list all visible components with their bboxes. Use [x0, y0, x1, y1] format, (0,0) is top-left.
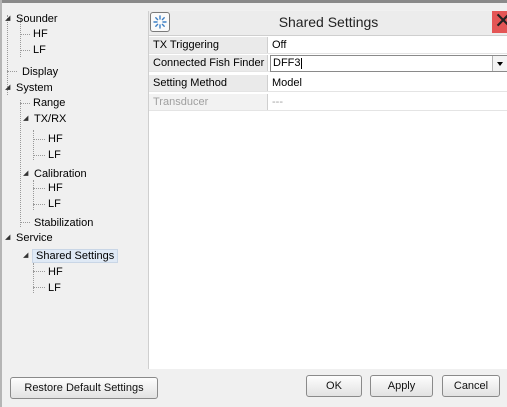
- expanded-arrow-icon[interactable]: ◢: [5, 230, 10, 246]
- tree-item-label: LF: [33, 44, 46, 56]
- property-name: Connected Fish Finder: [149, 55, 268, 71]
- tree-item-service[interactable]: ◢ Service: [5, 230, 53, 246]
- property-name: TX Triggering: [149, 37, 268, 53]
- tree-item-label: System: [16, 82, 53, 94]
- tree-item-stabilization[interactable]: Stabilization: [34, 215, 93, 231]
- text-cursor: [301, 58, 302, 69]
- combobox-value[interactable]: DFF3: [273, 56, 301, 71]
- tree-item-shared-hf[interactable]: HF: [48, 264, 63, 280]
- cancel-button[interactable]: Cancel: [442, 375, 500, 397]
- tree-guide: [33, 139, 45, 140]
- expanded-arrow-icon[interactable]: ◢: [23, 248, 28, 264]
- tree-guide: [20, 222, 30, 223]
- property-value[interactable]: Off: [270, 37, 507, 53]
- tree-item-label: Sounder: [16, 13, 58, 25]
- tree-guide: [33, 188, 45, 189]
- tree-item-system[interactable]: ◢ System: [5, 80, 53, 96]
- tree-guide: [33, 180, 34, 210]
- tree-item-txrx-hf[interactable]: HF: [48, 131, 63, 147]
- property-row-connected-fish-finder[interactable]: Connected Fish Finder DFF3: [149, 55, 507, 72]
- property-value[interactable]: Model: [270, 75, 507, 91]
- tree-item-range[interactable]: Range: [33, 95, 65, 111]
- tree-guide: [33, 287, 45, 288]
- tree-item-label: HF: [48, 182, 63, 194]
- tree-guide: [33, 263, 34, 293]
- ok-button[interactable]: OK: [306, 375, 362, 397]
- tree-guide: [20, 50, 30, 51]
- dropdown-button[interactable]: [492, 56, 507, 71]
- tree-item-sounder-hf[interactable]: HF: [33, 26, 48, 42]
- chevron-down-icon: [497, 62, 503, 66]
- tree-item-sounder-lf[interactable]: LF: [33, 42, 46, 58]
- settings-tree: ◢ Sounder HF LF Display ◢ System Range ◢…: [2, 5, 148, 365]
- tree-item-label: Range: [33, 97, 66, 109]
- expanded-arrow-icon[interactable]: ◢: [5, 11, 10, 27]
- tree-item-label: Stabilization: [34, 217, 94, 229]
- tree-item-display[interactable]: Display: [22, 64, 58, 80]
- tree-item-txrx-lf[interactable]: LF: [48, 147, 61, 163]
- tree-item-label: LF: [48, 198, 61, 210]
- tree-item-label: Calibration: [34, 168, 87, 180]
- tree-item-label: TX/RX: [34, 113, 67, 125]
- property-name: Transducer: [149, 94, 268, 110]
- restore-default-settings-button[interactable]: Restore Default Settings: [10, 377, 158, 399]
- tree-item-shared-settings[interactable]: ◢ Shared Settings: [23, 248, 119, 264]
- tree-item-label: Shared Settings: [32, 249, 119, 263]
- tree-item-label: LF: [48, 149, 61, 161]
- property-name: Setting Method: [149, 75, 268, 91]
- tree-guide: [20, 103, 30, 104]
- tree-guide: [33, 204, 45, 205]
- fish-finder-combobox[interactable]: DFF3: [270, 55, 507, 72]
- tree-item-label: HF: [48, 266, 63, 278]
- close-button[interactable]: ✕: [492, 11, 507, 33]
- panel-title: Shared Settings: [278, 14, 379, 30]
- expanded-arrow-icon[interactable]: ◢: [23, 111, 28, 127]
- property-row-tx-triggering[interactable]: TX Triggering Off: [149, 37, 507, 54]
- tree-guide: [7, 71, 17, 72]
- expanded-arrow-icon[interactable]: ◢: [5, 80, 10, 96]
- tree-item-shared-lf[interactable]: LF: [48, 280, 61, 296]
- tree-item-label: Display: [22, 66, 59, 78]
- close-icon: ✕: [494, 11, 507, 33]
- tree-item-txrx[interactable]: ◢ TX/RX: [23, 111, 66, 127]
- tree-item-label: HF: [33, 28, 48, 40]
- tree-item-label: HF: [48, 133, 63, 145]
- tree-item-label: Service: [16, 232, 53, 244]
- window-top-border: [0, 0, 507, 3]
- tree-item-calibration-lf[interactable]: LF: [48, 196, 61, 212]
- panel-header: Shared Settings ✕: [149, 11, 507, 36]
- tree-item-label: LF: [48, 282, 61, 294]
- expanded-arrow-icon[interactable]: ◢: [23, 166, 28, 182]
- property-row-setting-method[interactable]: Setting Method Model: [149, 75, 507, 92]
- apply-button[interactable]: Apply: [370, 375, 433, 397]
- property-value: ---: [272, 96, 283, 108]
- tree-item-sounder[interactable]: ◢ Sounder: [5, 11, 58, 27]
- tree-item-calibration-hf[interactable]: HF: [48, 180, 63, 196]
- settings-panel: Shared Settings ✕ TX Triggering Off Conn…: [148, 11, 507, 369]
- tree-guide: [20, 34, 30, 35]
- tree-guide: [20, 100, 21, 227]
- property-row-transducer: Transducer ---: [149, 94, 507, 111]
- tree-guide: [33, 155, 45, 156]
- tree-guide: [33, 271, 45, 272]
